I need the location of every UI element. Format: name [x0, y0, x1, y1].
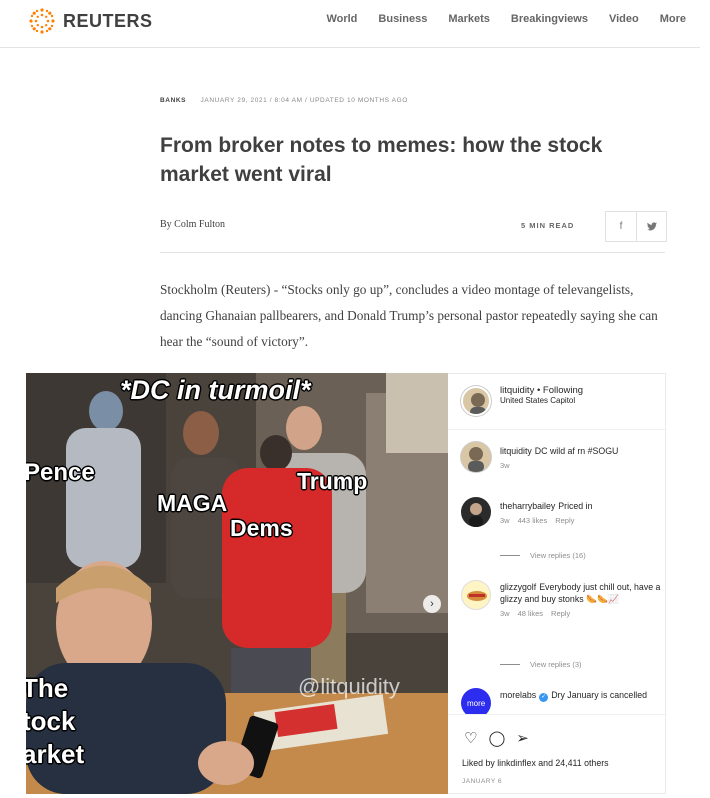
article-meta: BANKS JANUARY 29, 2021 / 8:04 AM / UPDAT… — [160, 97, 408, 104]
comment-text: DC wild af rn #SOGU — [534, 446, 619, 456]
read-time: 5 MIN READ — [521, 221, 575, 230]
meme-label-trump: Trump — [297, 468, 368, 494]
comment: morelabs ✓ Dry January is cancelled — [500, 689, 662, 702]
post-date[interactable]: JANUARY 6 — [462, 778, 502, 785]
section-kicker[interactable]: BANKS — [160, 97, 186, 104]
comment-age: 3w — [500, 461, 510, 470]
meme-label-market: The tock arket — [26, 673, 85, 769]
likes-count[interactable]: Liked by linkdinflex and 24,411 others — [462, 758, 609, 768]
share-icon[interactable]: ➢ — [516, 729, 529, 747]
comment-text: Priced in — [558, 501, 593, 511]
view-replies-label: View replies (16) — [530, 551, 586, 560]
follow-status[interactable]: • Following — [537, 385, 583, 396]
comment-username[interactable]: morelabs — [500, 690, 536, 700]
meme-label-dems: Dems — [230, 515, 293, 541]
meme-photo[interactable]: *DC in turmoil* Pence MAGA Trump Dems Th… — [26, 373, 448, 794]
comment: theharrybailey Priced in 3w 443 likes Reply — [500, 500, 662, 527]
facebook-share-button[interactable]: f — [606, 212, 636, 241]
main-nav: World Business Markets Breakingviews Vid… — [305, 13, 686, 25]
chevron-right-icon: › — [430, 598, 434, 610]
heart-icon[interactable]: ♡ — [464, 729, 477, 747]
reply-link[interactable]: Reply — [551, 609, 570, 618]
reuters-logo[interactable]: REUTERS — [27, 6, 153, 36]
comment: glizzygolf Everybody just chill out, have… — [500, 581, 662, 620]
svg-text:more: more — [467, 699, 486, 708]
reuters-wordmark: REUTERS — [63, 10, 153, 31]
nav-more[interactable]: More — [660, 13, 686, 25]
dateline: JANUARY 29, 2021 / 8:04 AM / UPDATED 10 … — [200, 97, 408, 104]
meme-label-pence: Pence — [26, 459, 95, 486]
nav-breakingviews[interactable]: Breakingviews — [511, 13, 588, 25]
article-headline: From broker notes to memes: how the stoc… — [160, 134, 603, 186]
meme-caption-title: *DC in turmoil* — [120, 375, 311, 405]
post-header: litquidity • Following United States Cap… — [448, 374, 665, 430]
byline[interactable]: By Colm Fulton — [160, 219, 225, 230]
comment-age: 3w — [500, 609, 510, 618]
avatar[interactable]: more — [461, 688, 491, 714]
comment-text: Dry January is cancelled — [551, 690, 648, 700]
share-buttons: f — [605, 211, 667, 242]
divider — [160, 252, 665, 253]
twitter-icon — [646, 222, 657, 231]
comment-icon[interactable]: ◯ — [488, 729, 505, 747]
post-username[interactable]: litquidity — [500, 385, 534, 396]
meme-label-maga: MAGA — [157, 490, 228, 516]
comment-clip: more morelabs ✓ Dry January is cancelled — [448, 682, 665, 714]
post-location[interactable]: United States Capitol — [500, 396, 583, 405]
replies-line — [500, 555, 520, 556]
avatar[interactable] — [461, 442, 491, 472]
instagram-embed: *DC in turmoil* Pence MAGA Trump Dems Th… — [26, 373, 666, 794]
comment-likes[interactable]: 48 likes — [518, 609, 543, 618]
replies-line — [500, 664, 520, 665]
comment-username[interactable]: litquidity — [500, 446, 532, 456]
watermark: @litquidity — [298, 674, 400, 699]
comment: litquidity DC wild af rn #SOGU 3w — [500, 445, 662, 472]
nav-markets[interactable]: Markets — [448, 13, 490, 25]
avatar[interactable] — [461, 386, 491, 416]
nav-world[interactable]: World — [326, 13, 357, 25]
next-image-button[interactable]: › — [423, 595, 441, 613]
reuters-logo-icon — [27, 6, 57, 36]
avatar[interactable] — [461, 580, 491, 610]
avatar[interactable] — [461, 497, 491, 527]
article-lede: Stockholm (Reuters) - “Stocks only go up… — [160, 282, 658, 349]
site-header: REUTERS World Business Markets Breakingv… — [0, 0, 700, 48]
instagram-side-panel: litquidity • Following United States Cap… — [448, 373, 666, 794]
comment-username[interactable]: theharrybailey — [500, 501, 555, 511]
view-replies-link[interactable]: View replies (3) — [500, 660, 582, 669]
nav-video[interactable]: Video — [609, 13, 639, 25]
nav-business[interactable]: Business — [378, 13, 427, 25]
view-replies-link[interactable]: View replies (16) — [500, 551, 586, 560]
verified-badge-icon: ✓ — [539, 693, 549, 702]
view-replies-label: View replies (3) — [530, 660, 582, 669]
comment-age: 3w — [500, 516, 510, 525]
post-actions: ♡ ◯ ➢ Liked by linkdinflex and 24,411 ot… — [448, 714, 665, 795]
comment-likes[interactable]: 443 likes — [518, 516, 548, 525]
comment-username[interactable]: glizzygolf — [500, 582, 536, 592]
reply-link[interactable]: Reply — [555, 516, 574, 525]
facebook-icon: f — [619, 221, 623, 232]
twitter-share-button[interactable] — [636, 212, 666, 241]
photo-scene — [26, 373, 448, 794]
